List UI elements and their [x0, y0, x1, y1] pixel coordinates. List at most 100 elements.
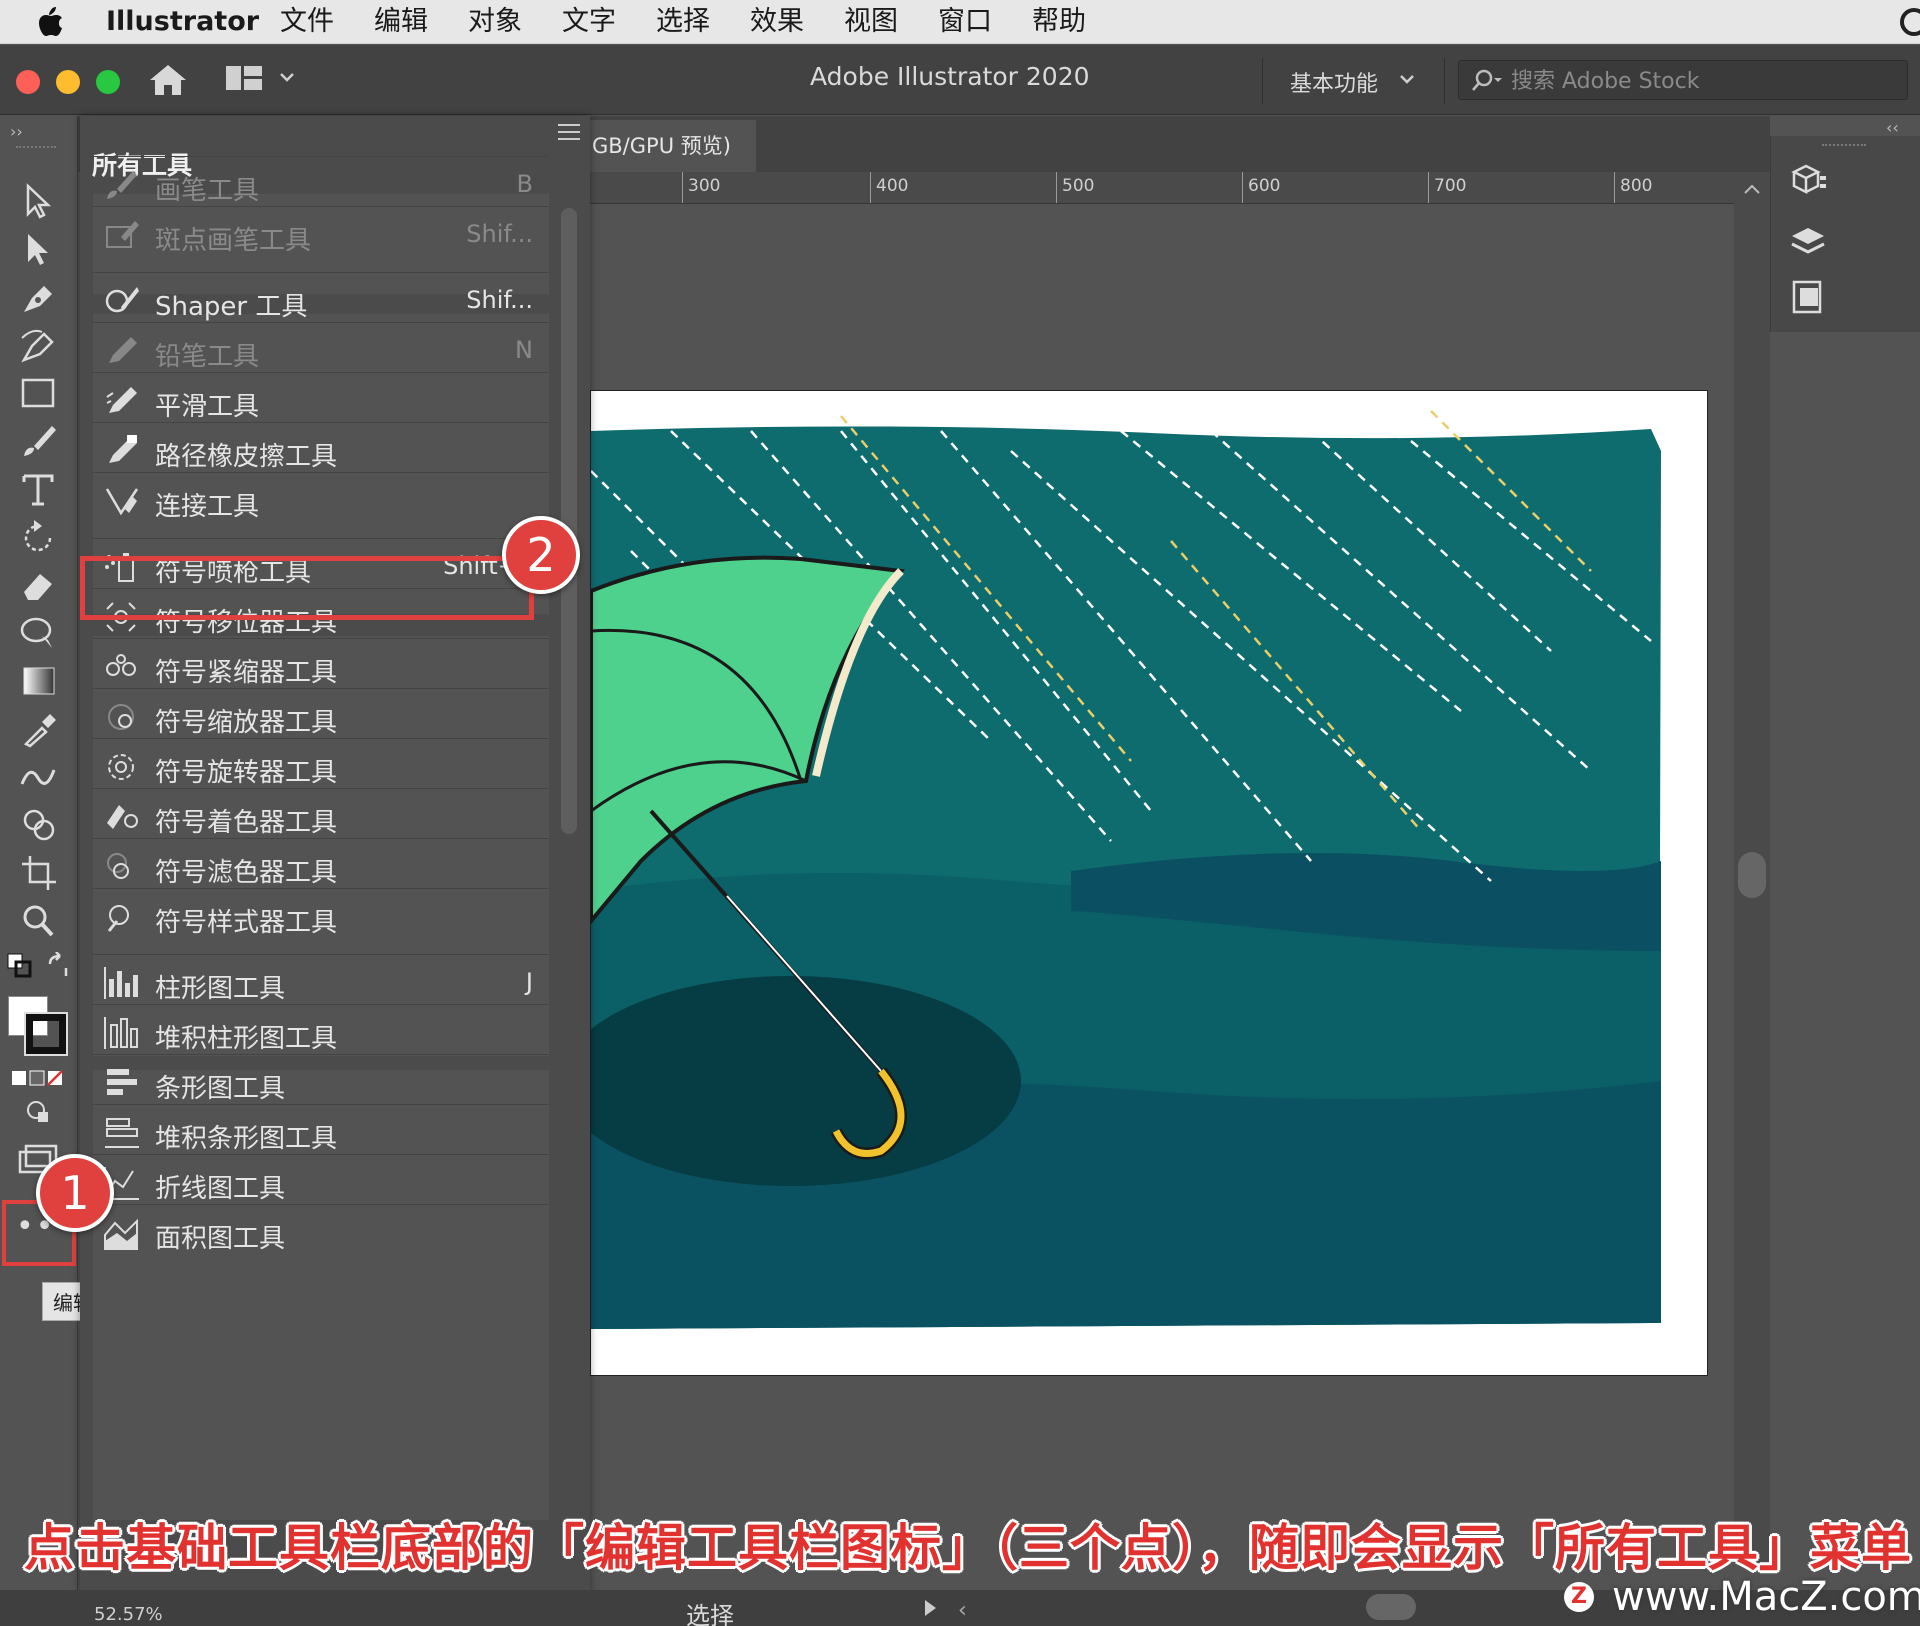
menu-bar: Illustrator 文件 编辑 对象 文字 选择 效果 视图 窗口 帮助 — [0, 0, 1920, 44]
chevron-down-icon[interactable] — [278, 68, 296, 86]
zoom-window-button[interactable] — [96, 70, 120, 94]
smooth-icon — [106, 387, 137, 413]
tool-row-label: 符号缩放器工具 — [155, 708, 338, 738]
collapse-panel-icon[interactable]: ›› — [10, 122, 23, 141]
layers-icon[interactable] — [1788, 222, 1828, 262]
menu-file[interactable]: 文件 — [280, 6, 334, 38]
selection-tool-icon[interactable] — [18, 182, 60, 220]
menu-effect[interactable]: 效果 — [750, 6, 804, 38]
status-tool-label[interactable]: 选择 — [686, 1596, 734, 1626]
artwork-rain-umbrella — [561, 410, 1661, 1329]
tool-row-label: Shaper 工具 — [155, 292, 308, 322]
divider — [1444, 58, 1445, 104]
horizontal-scroll-thumb[interactable] — [1366, 1594, 1416, 1620]
artboard[interactable] — [561, 390, 1708, 1376]
chevron-down-icon[interactable] — [1398, 70, 1416, 88]
panel-grip[interactable] — [1822, 144, 1866, 150]
app-title: Adobe Illustrator 2020 — [810, 62, 1090, 91]
tool-row[interactable]: 面积图工具 — [93, 1204, 549, 1262]
creative-cloud-icon[interactable] — [1890, 4, 1920, 40]
document-tab-label[interactable]: GB/GPU 预览) — [592, 130, 731, 160]
home-icon[interactable] — [148, 62, 188, 98]
gradient-tool-icon[interactable] — [18, 662, 60, 700]
step-badge-1: 1 — [36, 1154, 114, 1232]
tool-row-label: 铅笔工具 — [155, 342, 260, 372]
blob-brush-icon — [106, 221, 139, 248]
symbol-spinner-icon — [108, 754, 134, 780]
paintbrush-tool-icon[interactable] — [18, 422, 60, 460]
symbol-stainer-icon — [107, 805, 138, 829]
column-graph-icon — [104, 967, 138, 999]
all-tools-drawer: 所有工具 画笔工具 B 斑点画笔工具 Shif... Shaper 工具 Shif... 铅… — [80, 116, 590, 1626]
tool-row[interactable]: 符号样式器工具 — [93, 888, 549, 946]
menu-app[interactable]: Illustrator — [106, 6, 259, 38]
panel-menu-icon[interactable] — [556, 120, 582, 144]
stock-search-box[interactable] — [1458, 60, 1908, 100]
menu-view[interactable]: 视图 — [844, 6, 898, 38]
pen-tool-icon[interactable] — [18, 278, 60, 316]
curvature-tool-icon[interactable] — [18, 326, 60, 364]
ruler-label: 300 — [688, 176, 721, 196]
tool-row-label: 画笔工具 — [155, 176, 260, 206]
draw-mode-icon[interactable] — [24, 1098, 54, 1124]
apple-icon[interactable] — [36, 6, 70, 38]
brush-icon — [107, 171, 137, 199]
blend-tool-icon[interactable] — [18, 758, 60, 796]
default-fill-stroke-icon[interactable] — [6, 952, 34, 980]
stroke-swatch[interactable] — [24, 1012, 68, 1056]
artboards-panel-icon[interactable] — [1788, 278, 1828, 318]
zoom-tool-icon[interactable] — [18, 902, 60, 940]
minimize-window-button[interactable] — [56, 70, 80, 94]
vertical-scroll-thumb[interactable] — [1738, 852, 1766, 898]
swap-fill-stroke-icon[interactable] — [44, 951, 72, 980]
rotate-tool-icon[interactable] — [18, 518, 60, 556]
divider — [1262, 58, 1263, 104]
ruler-label: 400 — [876, 176, 909, 196]
tool-row-label: 符号旋转器工具 — [155, 758, 338, 788]
tool-row-label: 连接工具 — [155, 492, 260, 522]
shape-builder-tool-icon[interactable] — [18, 806, 60, 844]
menu-help[interactable]: 帮助 — [1032, 6, 1086, 38]
eraser-tool-icon[interactable] — [18, 566, 60, 604]
search-input[interactable] — [1511, 68, 1891, 94]
symbol-sizer-icon — [108, 704, 134, 730]
tool-row[interactable]: 连接工具 — [93, 472, 549, 530]
scroll-up-icon[interactable] — [1740, 180, 1764, 200]
zoom-level[interactable]: 52.57% — [94, 1604, 163, 1625]
tool-row-shortcut: J — [525, 968, 533, 996]
horizontal-ruler[interactable]: 300 400 500 600 700 800 — [590, 172, 1734, 204]
collapse-right-panel-icon[interactable]: ‹‹ — [1886, 118, 1899, 137]
search-icon[interactable] — [1469, 68, 1503, 94]
menu-select[interactable]: 选择 — [656, 6, 710, 38]
watermark-logo: Z — [1564, 1582, 1594, 1612]
close-window-button[interactable] — [16, 70, 40, 94]
menu-edit[interactable]: 编辑 — [374, 6, 428, 38]
artboard-tool-icon[interactable] — [18, 854, 60, 892]
arrange-documents-icon[interactable] — [226, 64, 262, 92]
area-graph-icon — [104, 1218, 138, 1250]
color-mode-icons[interactable] — [10, 1068, 66, 1090]
libraries-icon[interactable] — [1788, 162, 1828, 202]
ruler-label: 800 — [1620, 176, 1653, 196]
tool-row-label: 符号紧缩器工具 — [155, 658, 338, 688]
tool-row-shortcut: B — [516, 170, 533, 198]
rectangle-tool-icon[interactable] — [18, 374, 60, 412]
puppet-warp-tool-icon[interactable] — [18, 614, 60, 652]
tool-row-label: 条形图工具 — [155, 1074, 286, 1104]
tool-row[interactable]: 斑点画笔工具 Shif... — [93, 206, 549, 264]
panel-grip[interactable] — [16, 146, 56, 152]
tool-row-shortcut: N — [515, 336, 533, 364]
workspace-switcher[interactable]: 基本功能 — [1290, 66, 1378, 98]
eyedropper-tool-icon[interactable] — [18, 710, 60, 748]
menu-type[interactable]: 文字 — [562, 6, 616, 38]
menu-object[interactable]: 对象 — [468, 6, 522, 38]
popup-scroll-thumb[interactable] — [561, 208, 577, 834]
direct-selection-tool-icon[interactable] — [18, 230, 60, 268]
play-icon[interactable] — [922, 1598, 938, 1618]
menu-window[interactable]: 窗口 — [938, 6, 992, 38]
tool-row-label: 符号滤色器工具 — [155, 858, 338, 888]
path-eraser-icon — [109, 435, 137, 463]
chevron-left-icon[interactable]: ‹ — [958, 1598, 967, 1623]
type-tool-icon[interactable] — [18, 470, 60, 508]
watermark: www.MacZ.com — [1612, 1574, 1920, 1620]
